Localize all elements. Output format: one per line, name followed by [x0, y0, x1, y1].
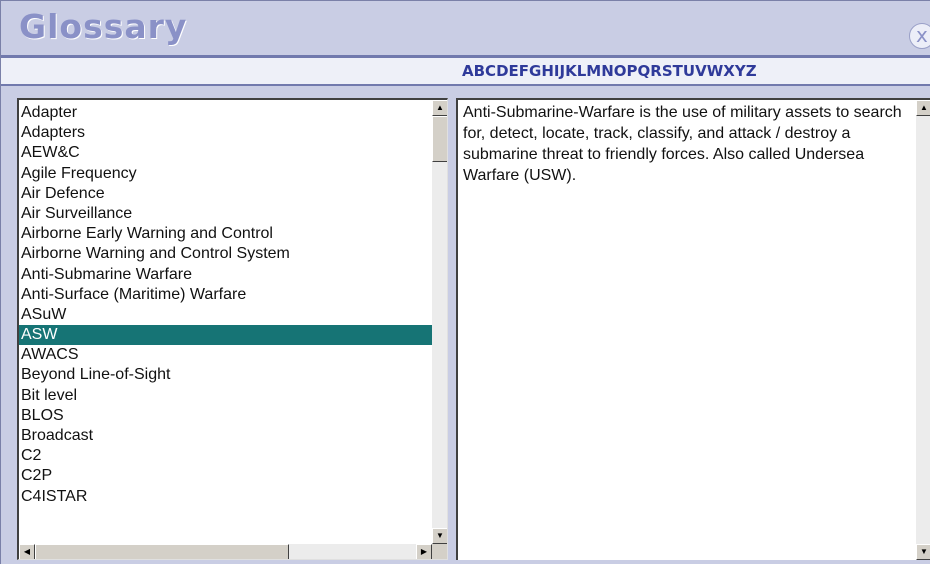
list-item[interactable]: C2: [19, 446, 433, 466]
list-item[interactable]: ASW: [19, 325, 433, 346]
close-icon[interactable]: x: [909, 23, 930, 49]
letter-link-x[interactable]: X: [723, 62, 735, 80]
letter-link-r[interactable]: R: [650, 62, 662, 80]
scrollbar-corner: [432, 544, 447, 559]
term-list-vscroll-thumb[interactable]: [432, 116, 447, 162]
letter-link-a[interactable]: A: [462, 62, 474, 80]
arrow-up-icon[interactable]: ▲: [432, 100, 447, 116]
list-item[interactable]: Adapters: [19, 123, 433, 143]
list-item[interactable]: C4ISTAR: [19, 487, 433, 507]
letter-link-g[interactable]: G: [529, 62, 541, 80]
letter-link-m[interactable]: M: [586, 62, 601, 80]
list-item[interactable]: Airborne Warning and Control System: [19, 244, 433, 264]
term-list-vscrollbar[interactable]: ▲ ▼: [432, 100, 447, 544]
letter-link-n[interactable]: N: [601, 62, 614, 80]
letter-link-b[interactable]: B: [474, 62, 485, 80]
letter-link-d[interactable]: D: [496, 62, 508, 80]
list-item[interactable]: Agile Frequency: [19, 164, 433, 184]
term-list[interactable]: Adapter Adapters AEW&C Agile Frequency Air D…: [19, 103, 433, 507]
definition-vscrollbar[interactable]: ▲ ▼: [916, 100, 930, 560]
list-item[interactable]: Broadcast: [19, 426, 433, 446]
term-list-hscrollbar[interactable]: ◀ ▶: [19, 544, 432, 559]
letter-link-q[interactable]: Q: [638, 62, 651, 80]
list-item[interactable]: ASuW: [19, 305, 433, 325]
definition-text: Anti-Submarine-Warfare is the use of mil…: [463, 104, 902, 184]
arrow-left-icon[interactable]: ◀: [19, 544, 35, 559]
list-item[interactable]: Anti-Submarine Warfare: [19, 265, 433, 285]
letter-link-s[interactable]: S: [662, 62, 673, 80]
list-item[interactable]: Bit level: [19, 386, 433, 406]
glossary-window: Glossary x ABCDEFGHIJKLMNOPQRSTUVWXYZ Ad…: [0, 0, 930, 564]
alphabet-index: ABCDEFGHIJKLMNOPQRSTUVWXYZ: [462, 62, 757, 80]
list-item[interactable]: Air Defence: [19, 184, 433, 204]
letter-link-z[interactable]: Z: [746, 62, 757, 80]
arrow-up-icon[interactable]: ▲: [916, 100, 930, 116]
letter-link-u[interactable]: U: [683, 62, 695, 80]
letter-link-e[interactable]: E: [509, 62, 519, 80]
letter-link-y[interactable]: Y: [735, 62, 746, 80]
letter-link-w[interactable]: W: [707, 62, 724, 80]
letter-link-c[interactable]: C: [485, 62, 496, 80]
list-item[interactable]: Beyond Line-of-Sight: [19, 365, 433, 385]
window-title: Glossary: [19, 7, 188, 46]
term-list-hscroll-thumb[interactable]: [35, 544, 289, 559]
letter-link-v[interactable]: V: [695, 62, 707, 80]
letter-link-o[interactable]: O: [614, 62, 627, 80]
list-item[interactable]: Anti-Surface (Maritime) Warfare: [19, 285, 433, 305]
arrow-down-icon[interactable]: ▼: [916, 544, 930, 560]
definition-panel: Anti-Submarine-Warfare is the use of mil…: [456, 98, 930, 560]
letter-link-p[interactable]: P: [627, 62, 638, 80]
alphabet-bar: ABCDEFGHIJKLMNOPQRSTUVWXYZ: [1, 58, 930, 86]
letter-link-k[interactable]: K: [565, 62, 577, 80]
list-item[interactable]: Airborne Early Warning and Control: [19, 224, 433, 244]
letter-link-l[interactable]: L: [577, 62, 587, 80]
letter-link-f[interactable]: F: [519, 62, 529, 80]
list-item[interactable]: C2P: [19, 466, 433, 486]
list-item[interactable]: AWACS: [19, 345, 433, 365]
arrow-down-icon[interactable]: ▼: [432, 528, 447, 544]
list-item[interactable]: Adapter: [19, 103, 433, 123]
list-item[interactable]: Air Surveillance: [19, 204, 433, 224]
term-list-panel: Adapter Adapters AEW&C Agile Frequency Air D…: [17, 98, 448, 560]
letter-link-t[interactable]: T: [673, 62, 683, 80]
list-item[interactable]: AEW&C: [19, 143, 433, 163]
title-bar: Glossary x: [1, 1, 930, 57]
list-item[interactable]: BLOS: [19, 406, 433, 426]
letter-link-h[interactable]: H: [541, 62, 554, 80]
arrow-right-icon[interactable]: ▶: [416, 544, 432, 559]
